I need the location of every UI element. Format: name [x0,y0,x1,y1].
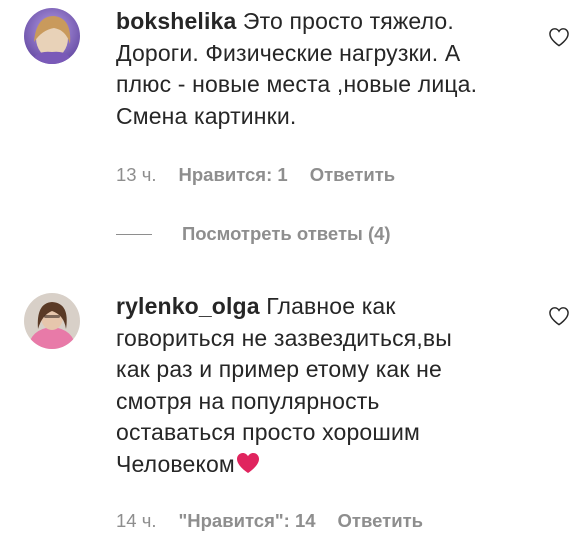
heart-outline-icon [549,307,569,326]
reply-button[interactable]: Ответить [310,164,396,185]
comment-text-line: смотря на популярность [116,387,380,414]
comment-text: rylenko_olga Главное как говориться не з… [116,291,528,482]
avatar-bokshelika[interactable] [24,8,80,64]
likes-count[interactable]: Нравится: 1 [179,164,288,185]
red-heart-emoji [236,451,260,483]
comment-text-line: Дороги. Физические нагрузки. А [116,39,461,66]
username[interactable]: rylenko_olga [116,293,260,319]
comment-text-line: Это просто тяжело. [236,8,454,34]
comment-meta: 14 ч. "Нравится": 14 Ответить [116,510,445,532]
view-replies-button[interactable]: Посмотреть ответы (4) [116,222,391,246]
like-heart-icon[interactable] [548,306,570,326]
comment-text-line: оставаться просто хорошим [116,419,420,445]
comment-meta: 13 ч. Нравится: 1 Ответить [116,164,417,186]
comment-time[interactable]: 14 ч. [116,510,157,531]
likes-count[interactable]: "Нравится": 14 [179,510,316,531]
comment-text: bokshelika Это просто тяжело. Дороги. Фи… [116,6,528,132]
avatar-image [24,8,80,64]
comment-text-line: как раз и пример етому как не [116,356,442,382]
comment-time[interactable]: 13 ч. [116,164,157,185]
comment-text-line: Смена картинки. [116,102,297,129]
comment-text-line: говориться не зазвездиться,вы [116,324,452,351]
avatar-rylenko-olga[interactable] [24,293,80,349]
comment-text-line: Главное как [259,293,396,319]
view-replies-label[interactable]: Посмотреть ответы (4) [182,223,391,245]
comment-text-line: плюс - новые места ,новые лица. [116,71,478,97]
username[interactable]: bokshelika [116,8,236,34]
comment-text-line: Человеком [116,450,235,477]
heart-outline-icon [549,28,569,47]
replies-divider [116,233,152,235]
avatar-image [24,293,80,349]
reply-button[interactable]: Ответить [338,510,424,531]
like-heart-icon[interactable] [548,27,570,47]
